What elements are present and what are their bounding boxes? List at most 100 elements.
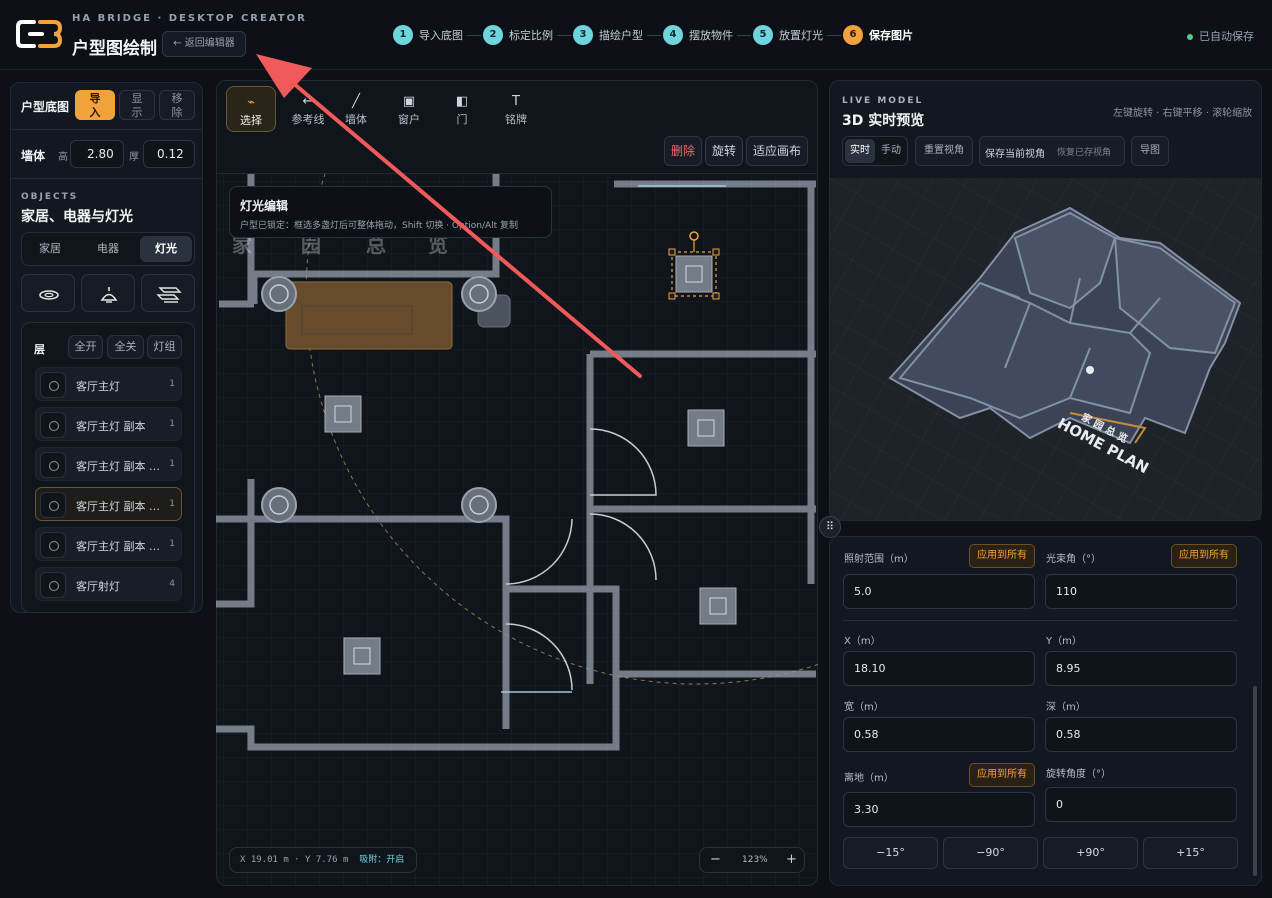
width-input[interactable]: 0.58: [843, 717, 1035, 752]
light-strip-button[interactable]: [141, 274, 195, 312]
step-label: 保存图片: [869, 29, 913, 42]
layer-name: 客厅主灯: [76, 380, 120, 393]
zoom-out-button[interactable]: −: [710, 852, 721, 867]
layer-item[interactable]: 客厅主灯 副本 1: [35, 407, 182, 441]
step-label: 导入底图: [419, 29, 463, 42]
show-label: 显示: [131, 92, 143, 119]
layers-label: 层: [34, 343, 45, 356]
rotate-minus-90-button[interactable]: −90°: [943, 837, 1038, 869]
export-image-button[interactable]: 导图: [1131, 136, 1169, 166]
panel-resize-handle[interactable]: ⠿: [819, 516, 841, 538]
visibility-toggle-icon[interactable]: [40, 532, 66, 558]
divider: [10, 178, 203, 179]
beam-angle-label: 光束角（°）: [1046, 554, 1101, 565]
delete-button[interactable]: 删除: [664, 136, 702, 166]
visibility-toggle-icon[interactable]: [40, 492, 66, 518]
height-label: 高: [58, 152, 68, 163]
layer-item[interactable]: 客厅主灯 副本 副本 副本 副本 1: [35, 527, 182, 561]
preview-title: 3D 实时预览: [842, 113, 925, 129]
divider: [10, 129, 203, 130]
save-view-button[interactable]: 保存当前视角: [985, 145, 1045, 160]
step-4[interactable]: 4 摆放物件: [663, 25, 753, 45]
step-number: 6: [843, 25, 863, 45]
fit-canvas-button[interactable]: 适应画布: [746, 136, 808, 166]
divider: [843, 620, 1238, 621]
show-floorplan-button[interactable]: 显示: [119, 90, 155, 120]
step-3[interactable]: 3 描绘户型: [573, 25, 663, 45]
all-on-button[interactable]: 全开: [68, 335, 103, 359]
apply-range-to-all-button[interactable]: 应用到所有: [969, 544, 1035, 568]
rotate-plus-90-button[interactable]: +90°: [1043, 837, 1138, 869]
step-6[interactable]: 6 保存图片: [843, 25, 913, 45]
floorplan-label: 户型底图: [21, 100, 70, 114]
visibility-toggle-icon[interactable]: [40, 412, 66, 438]
zoom-in-button[interactable]: +: [786, 852, 797, 867]
import-label: 导入: [89, 92, 101, 119]
light-strip-icon: [156, 287, 182, 303]
import-floorplan-button[interactable]: 导入: [75, 90, 115, 120]
rotation-label: 旋转角度（°）: [1046, 769, 1111, 780]
step-connector: [737, 34, 751, 36]
zoom-control: − 123% +: [699, 847, 805, 873]
all-off-button[interactable]: 全关: [107, 335, 144, 359]
layer-item[interactable]: 客厅射灯 4: [35, 567, 182, 601]
depth-input[interactable]: 0.58: [1045, 717, 1237, 752]
range-input[interactable]: 5.0: [843, 574, 1035, 609]
range-label: 照射范围（m）: [844, 554, 914, 565]
layer-name: 客厅主灯 副本 副本: [76, 460, 162, 473]
apply-beam-to-all-button[interactable]: 应用到所有: [1171, 544, 1237, 568]
tab-lighting[interactable]: 灯光: [140, 236, 192, 262]
autosave-text: 已自动保存: [1199, 30, 1254, 43]
tab-appliance[interactable]: 电器: [82, 236, 134, 262]
restore-view-button[interactable]: 恢复已存视角: [1057, 145, 1111, 158]
manual-button[interactable]: 手动: [876, 139, 906, 163]
elevation-label: 离地（m）: [844, 773, 894, 784]
step-label: 标定比例: [509, 29, 553, 42]
thickness-label: 厚: [129, 152, 139, 163]
properties-scrollbar[interactable]: [1253, 686, 1257, 876]
selected-light: [668, 231, 720, 300]
rotate-plus-15-button[interactable]: +15°: [1143, 837, 1238, 869]
3d-model-viewport[interactable]: 家 园 总 览 HOME PLAN: [830, 178, 1261, 520]
step-number: 5: [753, 25, 773, 45]
visibility-toggle-icon[interactable]: [40, 572, 66, 598]
step-5[interactable]: 5 放置灯光: [753, 25, 843, 45]
x-input[interactable]: 18.10: [843, 651, 1035, 686]
rotate-minus-15-button[interactable]: −15°: [843, 837, 938, 869]
step-1[interactable]: 1 导入底图: [393, 25, 483, 45]
step-2[interactable]: 2 标定比例: [483, 25, 573, 45]
step-progress: 1 导入底图 2 标定比例 3 描绘户型 4 摆放物件 5 放置灯光 6 保存图片: [393, 24, 913, 46]
light-group-button[interactable]: 灯组: [147, 335, 182, 359]
remove-floorplan-button[interactable]: 移除: [159, 90, 195, 120]
rotation-input[interactable]: 0: [1045, 787, 1237, 822]
preview-hint: 左键旋转 · 右键平移 · 滚轮缩放: [1113, 108, 1253, 119]
pendant-light-button[interactable]: [81, 274, 135, 312]
depth-label: 深（m）: [1046, 702, 1086, 713]
realtime-button[interactable]: 实时: [845, 139, 875, 163]
layer-count: 1: [169, 379, 175, 389]
visibility-toggle-icon[interactable]: [40, 452, 66, 478]
step-label: 描绘户型: [599, 29, 643, 42]
y-input[interactable]: 8.95: [1045, 651, 1237, 686]
elevation-input[interactable]: 3.30: [843, 792, 1035, 827]
step-connector: [827, 34, 841, 36]
step-number: 1: [393, 25, 413, 45]
beam-angle-input[interactable]: 110: [1045, 574, 1237, 609]
layer-item[interactable]: 客厅主灯 1: [35, 367, 182, 401]
ceiling-light-icon: [39, 290, 59, 300]
wall-thickness-input[interactable]: 0.12: [143, 140, 195, 168]
step-number: 3: [573, 25, 593, 45]
step-connector: [647, 34, 661, 36]
layer-item[interactable]: 客厅主灯 副本 副本 1: [35, 447, 182, 481]
reset-view-button[interactable]: 重置视角: [915, 136, 973, 166]
layer-name: 客厅射灯: [76, 580, 120, 593]
apply-elevation-to-all-button[interactable]: 应用到所有: [969, 763, 1035, 787]
ceiling-light-button[interactable]: [21, 274, 75, 312]
wall-height-input[interactable]: 2.80: [70, 140, 124, 168]
tab-furniture[interactable]: 家居: [24, 236, 76, 262]
wall-label: 墙体: [21, 149, 46, 163]
rotate-button[interactable]: 旋转: [705, 136, 743, 166]
layer-item[interactable]: 客厅主灯 副本 副本 副本 1: [35, 487, 182, 521]
back-to-editor-button[interactable]: ← 返回编辑器: [162, 31, 246, 57]
visibility-toggle-icon[interactable]: [40, 372, 66, 398]
